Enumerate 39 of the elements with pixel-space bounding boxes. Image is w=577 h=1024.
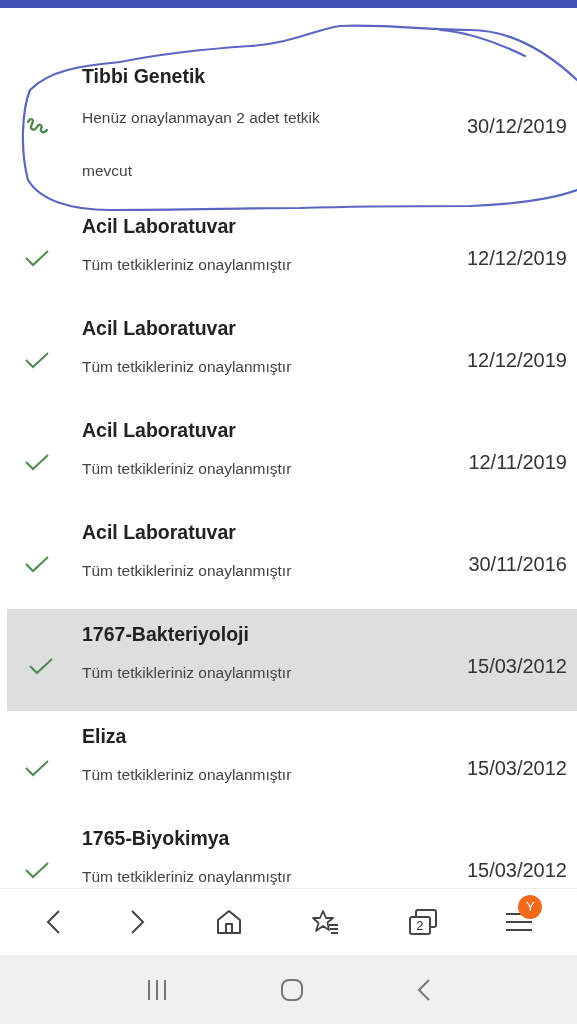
check-icon bbox=[28, 657, 53, 675]
home-icon[interactable] bbox=[215, 909, 242, 935]
result-status: Tüm tetkikleriniz onaylanmıştır bbox=[82, 459, 293, 479]
recents-icon[interactable] bbox=[146, 978, 169, 1001]
check-icon bbox=[25, 453, 49, 471]
result-date: 15/03/2012 bbox=[466, 654, 568, 679]
result-date: 12/12/2019 bbox=[466, 348, 568, 373]
result-title: Acil Laboratuvar bbox=[82, 214, 237, 239]
result-status: Tüm tetkikleriniz onaylanmıştır bbox=[82, 663, 293, 683]
result-title: Tibbi Genetik bbox=[82, 64, 207, 89]
result-title: Acil Laboratuvar bbox=[82, 520, 237, 545]
menu-badge: Y bbox=[518, 895, 543, 919]
result-date: 30/12/2019 bbox=[466, 114, 568, 139]
squiggle-icon bbox=[25, 116, 49, 136]
result-title: Eliza bbox=[82, 724, 128, 749]
result-row[interactable]: 1767-Bakteriyoloji Tüm tetkikleriniz onaylanmıştır 15/03/2012 bbox=[7, 609, 577, 711]
result-title: Acil Laboratuvar bbox=[82, 316, 237, 341]
forward-icon[interactable] bbox=[130, 909, 147, 935]
check-icon bbox=[25, 351, 49, 369]
check-icon bbox=[25, 249, 49, 267]
result-date: 12/12/2019 bbox=[466, 246, 568, 271]
result-status: Tüm tetkikleriniz onaylanmıştır bbox=[82, 867, 293, 887]
check-icon bbox=[25, 861, 49, 879]
result-title: 1765-Biyokimya bbox=[82, 826, 231, 851]
check-icon bbox=[25, 759, 49, 777]
back-icon[interactable] bbox=[44, 909, 61, 935]
result-status: Tüm tetkikleriniz onaylanmıştır bbox=[82, 561, 293, 581]
result-status: Tüm tetkikleriniz onaylanmıştır bbox=[82, 357, 293, 377]
result-status: Tüm tetkikleriniz onaylanmıştır bbox=[82, 765, 293, 785]
result-title: Acil Laboratuvar bbox=[82, 418, 237, 443]
result-title: 1767-Bakteriyoloji bbox=[82, 622, 250, 647]
result-date: 12/11/2019 bbox=[468, 450, 568, 475]
result-date: 15/03/2012 bbox=[466, 858, 568, 883]
check-icon bbox=[25, 555, 49, 573]
star-list-icon[interactable] bbox=[311, 909, 340, 935]
result-status: Tüm tetkikleriniz onaylanmıştır bbox=[82, 255, 293, 275]
result-date: 15/03/2012 bbox=[466, 756, 568, 781]
result-status: Henüz onaylanmayan 2 adet tetkik mevcut bbox=[82, 108, 321, 181]
result-date: 30/11/2016 bbox=[468, 552, 568, 577]
